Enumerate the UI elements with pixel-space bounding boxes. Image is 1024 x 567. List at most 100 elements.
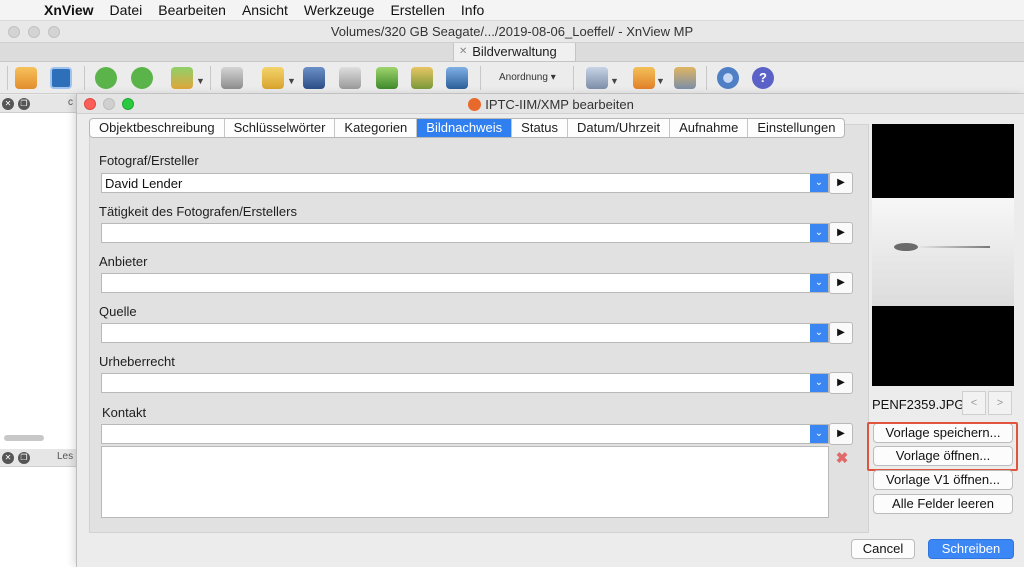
panel-close-icon[interactable]: ✕ — [2, 98, 14, 110]
tab-datum-uhrzeit[interactable]: Datum/Uhrzeit — [568, 119, 671, 137]
view-icon[interactable] — [586, 67, 608, 89]
menu-erstellen[interactable]: Erstellen — [382, 2, 452, 18]
left-panel: ✕ ❐ c ✕ ❐ Les — [0, 95, 76, 567]
menu-bearbeiten[interactable]: Bearbeiten — [150, 2, 234, 18]
capture-icon[interactable] — [446, 67, 468, 89]
anordnung-label: Anordnung — [499, 72, 548, 83]
toolbar-separator — [573, 66, 574, 90]
menu-bar: XnView Datei Bearbeiten Ansicht Werkzeug… — [0, 0, 1024, 21]
quelle-arrow-button[interactable]: ▶ — [829, 322, 853, 344]
help-icon[interactable]: ? — [752, 67, 774, 89]
tab-aufnahme[interactable]: Aufnahme — [670, 119, 749, 137]
toolbar-separator — [84, 66, 85, 90]
panel-float-icon[interactable]: ❐ — [18, 452, 30, 464]
open-v1-template-button[interactable]: Vorlage V1 öffnen... — [873, 470, 1013, 490]
anordnung-menu[interactable]: Anordnung ▾ — [499, 72, 556, 83]
anbieter-combobox[interactable]: ⌄ — [101, 273, 829, 293]
kontakt-label: Kontakt — [102, 405, 147, 420]
fotograf-value[interactable]: David Lender — [105, 176, 182, 191]
next-image-button[interactable]: > — [988, 391, 1012, 415]
tab-status[interactable]: Status — [512, 119, 569, 137]
highlight-box — [867, 422, 1018, 471]
print-icon[interactable] — [339, 67, 361, 89]
tab-close-icon[interactable]: ✕ — [459, 43, 467, 61]
anbieter-arrow-button[interactable]: ▶ — [829, 272, 853, 294]
bookmark-icon[interactable] — [633, 67, 655, 89]
main-window-title: Volumes/320 GB Seagate/.../2019-08-06_Lo… — [330, 24, 694, 39]
view-dropdown-icon[interactable]: ▼ — [610, 76, 619, 86]
schreiben-button[interactable]: Schreiben — [928, 539, 1014, 559]
toolbar-separator — [480, 66, 481, 90]
export-dropdown-icon[interactable]: ▼ — [287, 76, 296, 86]
tab-bildverwaltung-label: Bildverwaltung — [472, 44, 557, 59]
chevron-down-icon[interactable]: ⌄ — [810, 274, 828, 292]
kontakt-arrow-button[interactable]: ▶ — [829, 423, 853, 445]
scan-icon[interactable] — [15, 67, 37, 89]
convert-dropdown-icon[interactable]: ▼ — [196, 76, 205, 86]
taetigkeit-label: Tätigkeit des Fotografen/Erstellers — [99, 204, 297, 219]
preview-photo — [872, 198, 1014, 306]
previous-image-button[interactable]: < — [962, 391, 986, 415]
settings-icon[interactable] — [717, 67, 739, 89]
chevron-down-icon[interactable]: ⌄ — [810, 425, 828, 443]
panel-float-icon[interactable]: ❐ — [18, 98, 30, 110]
tab-schluesselwoerter[interactable]: Schlüsselwörter — [225, 119, 336, 137]
kontakt-textarea[interactable] — [101, 446, 829, 518]
tab-bildnachweis[interactable]: Bildnachweis — [417, 119, 513, 137]
tab-bildverwaltung[interactable]: ✕ Bildverwaltung — [453, 43, 576, 62]
folders-panel-label: c — [68, 97, 73, 108]
xnview-logo-icon — [468, 98, 482, 111]
urheberrecht-label: Urheberrecht — [99, 354, 175, 369]
hierarchy-icon[interactable] — [674, 67, 696, 89]
dialog-title: IPTC-IIM/XMP bearbeiten — [77, 97, 1024, 112]
bookmark-dropdown-icon[interactable]: ▼ — [656, 76, 665, 86]
cancel-button[interactable]: Cancel — [851, 539, 915, 559]
menu-app[interactable]: XnView — [36, 2, 102, 18]
dialog-titlebar: IPTC-IIM/XMP bearbeiten — [77, 94, 1024, 114]
panel-close-icon[interactable]: ✕ — [2, 452, 14, 464]
compare-icon[interactable] — [376, 67, 398, 89]
menu-ansicht[interactable]: Ansicht — [234, 2, 296, 18]
tab-objektbeschreibung[interactable]: Objektbeschreibung — [90, 119, 225, 137]
spoon-image — [894, 243, 990, 251]
fotograf-arrow-button[interactable]: ▶ — [829, 172, 853, 194]
export-icon[interactable] — [262, 67, 284, 89]
toolbar-separator — [7, 66, 8, 90]
rotate-left-icon[interactable] — [95, 67, 117, 89]
window-tab-strip: ✕ Bildverwaltung — [0, 43, 1024, 62]
toolbar-separator — [210, 66, 211, 90]
delete-icon[interactable]: ✖ — [834, 451, 850, 467]
urheberrecht-combobox[interactable]: ⌄ — [101, 373, 829, 393]
taetigkeit-combobox[interactable]: ⌄ — [101, 223, 829, 243]
folders-panel-header: ✕ ❐ c — [0, 95, 76, 113]
fotograf-combobox[interactable]: David Lender ⌄ — [101, 173, 829, 193]
fullscreen-icon[interactable] — [50, 67, 72, 89]
menu-werkzeuge[interactable]: Werkzeuge — [296, 2, 383, 18]
convert-icon[interactable] — [171, 67, 193, 89]
main-window-titlebar: Volumes/320 GB Seagate/.../2019-08-06_Lo… — [0, 21, 1024, 43]
chevron-down-icon[interactable]: ⌄ — [810, 374, 828, 392]
quelle-label: Quelle — [99, 304, 137, 319]
main-toolbar: ▼ ▼ Anordnung ▾ ▼ ▼ ? — [0, 62, 1024, 94]
slideshow-icon[interactable] — [411, 67, 433, 89]
image-preview — [872, 124, 1014, 386]
rotate-right-icon[interactable] — [131, 67, 153, 89]
clear-all-fields-button[interactable]: Alle Felder leeren — [873, 494, 1013, 514]
chevron-down-icon[interactable]: ⌄ — [810, 224, 828, 242]
chevron-down-icon[interactable]: ⌄ — [810, 174, 828, 192]
taetigkeit-arrow-button[interactable]: ▶ — [829, 222, 853, 244]
preview-filename: PENF2359.JPG — [872, 397, 965, 412]
quelle-combobox[interactable]: ⌄ — [101, 323, 829, 343]
tab-kategorien[interactable]: Kategorien — [335, 119, 418, 137]
fotograf-label: Fotograf/Ersteller — [99, 153, 199, 168]
urheberrecht-arrow-button[interactable]: ▶ — [829, 372, 853, 394]
lock-icon[interactable] — [221, 67, 243, 89]
chevron-down-icon[interactable]: ⌄ — [810, 324, 828, 342]
menu-info[interactable]: Info — [453, 2, 492, 18]
tab-einstellungen[interactable]: Einstellungen — [748, 119, 844, 137]
binoculars-icon[interactable] — [303, 67, 325, 89]
menu-datei[interactable]: Datei — [102, 2, 151, 18]
dialog-tab-bar: Objektbeschreibung Schlüsselwörter Kateg… — [89, 118, 846, 138]
kontakt-combobox[interactable]: ⌄ — [101, 424, 829, 444]
horizontal-scrollbar[interactable] — [4, 435, 44, 441]
